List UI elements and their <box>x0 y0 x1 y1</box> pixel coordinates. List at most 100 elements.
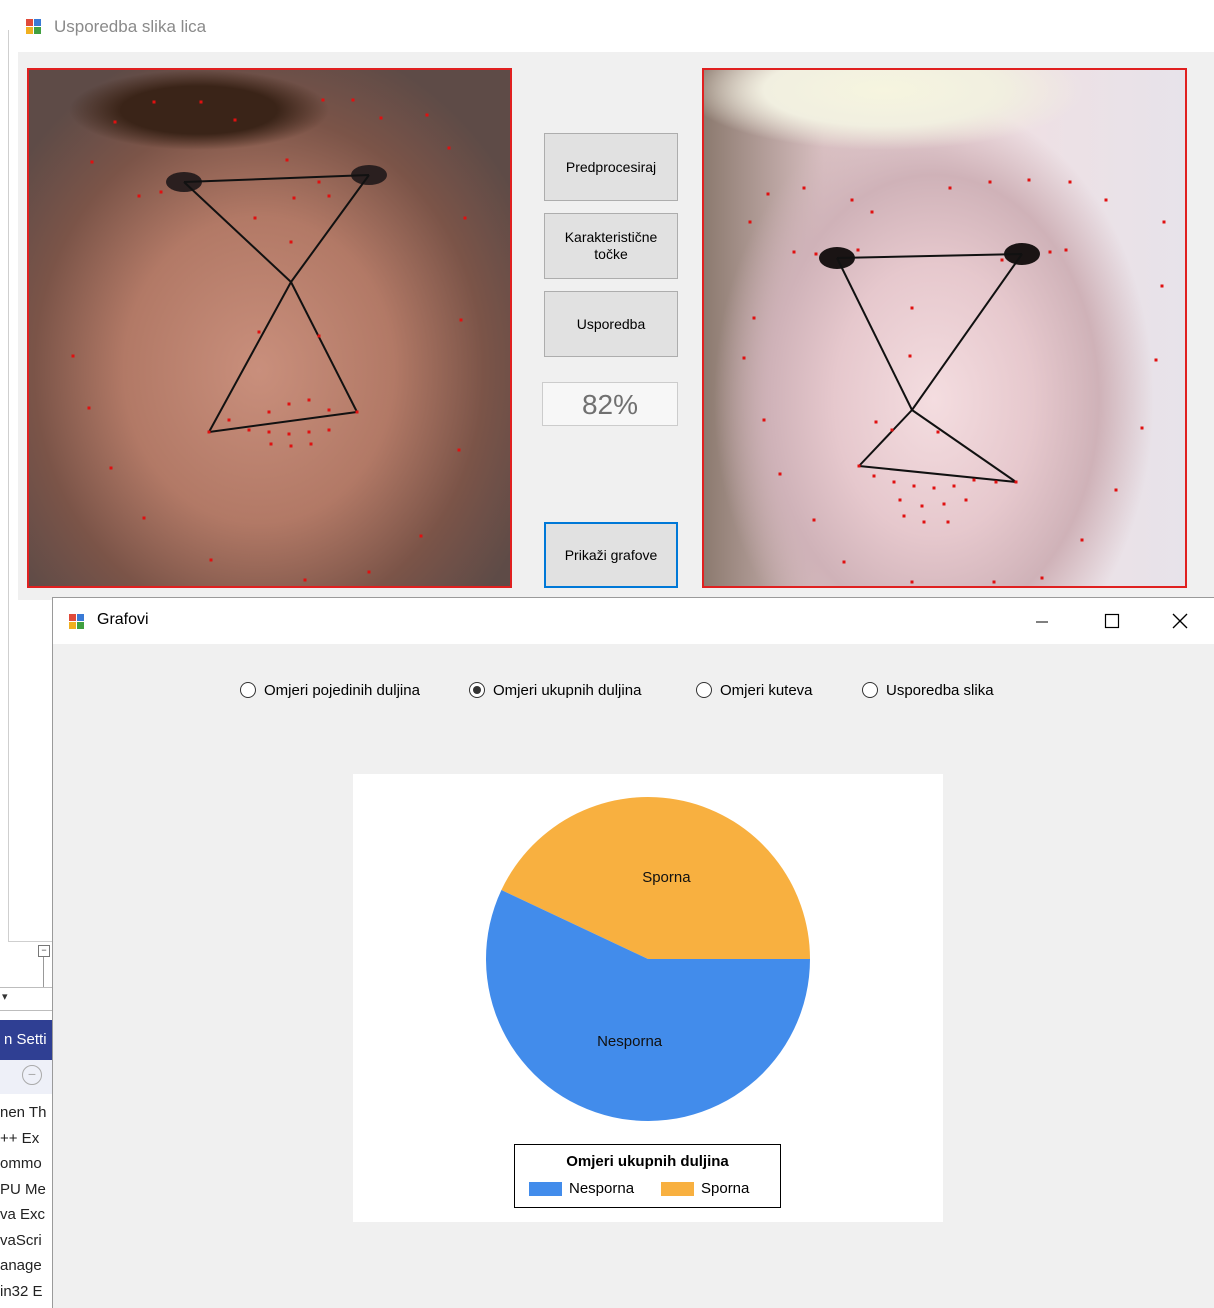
landmark-point <box>872 474 876 478</box>
keypoints-button[interactable]: Karakteristične točke <box>544 213 678 279</box>
landmark-point <box>233 118 237 122</box>
landmark-point <box>87 406 91 410</box>
maximize-button[interactable] <box>1089 604 1135 638</box>
landmark-point <box>142 516 146 520</box>
landmark-point <box>285 158 289 162</box>
face-triangle-lines <box>836 253 1023 483</box>
list-item[interactable]: ++ Ex <box>0 1126 54 1152</box>
legend-title: Omjeri ukupnih duljina <box>566 1153 729 1170</box>
radio-circle-checked[interactable] <box>469 682 485 698</box>
show-graphs-button[interactable]: Prikaži grafove <box>544 522 678 588</box>
landmark-point <box>199 100 203 104</box>
landmark-point <box>113 120 117 124</box>
landmark-point <box>327 194 331 198</box>
landmark-point <box>247 428 251 432</box>
landmark-point <box>948 186 952 190</box>
landmark-points-left <box>71 98 467 582</box>
landmark-point <box>289 240 293 244</box>
landmark-point <box>289 444 293 448</box>
background-window-border <box>8 30 9 942</box>
legend-label: Nesporna <box>569 1180 635 1197</box>
landmark-point <box>1114 488 1118 492</box>
landmark-point <box>766 192 770 196</box>
radio-image-compare[interactable]: Usporedba slika <box>862 679 994 701</box>
landmark-point <box>267 430 271 434</box>
landmark-point <box>292 196 296 200</box>
landmark-point <box>317 334 321 338</box>
background-window-border-bottom <box>8 941 58 942</box>
landmark-point <box>1014 480 1018 484</box>
list-item[interactable]: vaScri <box>0 1228 54 1254</box>
landmark-point <box>994 480 998 484</box>
landmark-point <box>910 580 914 584</box>
radio-circle[interactable] <box>240 682 256 698</box>
landmark-point <box>1162 220 1166 224</box>
list-item[interactable]: PU Me <box>0 1177 54 1203</box>
radio-angles[interactable]: Omjeri kuteva <box>696 679 813 701</box>
landmark-point <box>902 514 906 518</box>
window-title: Grafovi <box>97 611 149 628</box>
list-item[interactable]: nen Th <box>0 1100 54 1126</box>
compare-button[interactable]: Usporedba <box>544 291 678 357</box>
landmark-point <box>870 210 874 214</box>
radio-individual-lengths[interactable]: Omjeri pojedinih duljina <box>240 679 420 701</box>
landmark-point <box>351 98 355 102</box>
face-image-right <box>702 68 1187 588</box>
landmark-point <box>752 316 756 320</box>
remove-icon[interactable]: − <box>22 1065 42 1085</box>
landmark-point <box>1140 426 1144 430</box>
minimize-button[interactable] <box>1019 604 1065 638</box>
landmark-point <box>327 408 331 412</box>
landmark-point <box>367 570 371 574</box>
landmark-point <box>307 398 311 402</box>
landmark-point <box>964 498 968 502</box>
landmark-point <box>419 534 423 538</box>
legend-label: Sporna <box>701 1180 750 1197</box>
list-item[interactable]: ommo <box>0 1151 54 1177</box>
landmark-point <box>908 354 912 358</box>
landmark-point <box>309 442 313 446</box>
landmark-point <box>850 198 854 202</box>
landmark-point <box>992 580 996 584</box>
radio-label: Omjeri pojedinih duljina <box>264 681 420 699</box>
landmark-point <box>932 486 936 490</box>
landmark-point <box>762 418 766 422</box>
tree-collapse-icon[interactable]: − <box>38 945 50 957</box>
radio-circle[interactable] <box>862 682 878 698</box>
landmark-point <box>1064 248 1068 252</box>
preprocess-button[interactable]: Predprocesiraj <box>544 133 678 201</box>
list-item[interactable]: va Exc <box>0 1202 54 1228</box>
background-panel-header: n Setti <box>0 1020 58 1060</box>
landmark-point <box>952 484 956 488</box>
landmark-point <box>287 432 291 436</box>
dropdown-arrow-icon[interactable]: ▾ <box>2 990 8 1003</box>
app-icon <box>69 614 85 630</box>
landmark-point <box>90 160 94 164</box>
landmark-point <box>946 520 950 524</box>
landmark-point <box>267 410 271 414</box>
landmark-point <box>317 180 321 184</box>
main-title-bar[interactable]: Usporedba slika lica <box>18 0 1214 52</box>
minimize-icon <box>1036 621 1048 623</box>
close-button[interactable] <box>1157 604 1203 638</box>
radio-total-lengths[interactable]: Omjeri ukupnih duljina <box>469 679 641 701</box>
radio-label: Omjeri ukupnih duljina <box>493 681 642 699</box>
list-item[interactable]: anage <box>0 1253 54 1279</box>
landmark-point <box>920 504 924 508</box>
radio-label: Omjeri kuteva <box>720 681 813 699</box>
landmark-point <box>912 484 916 488</box>
graphs-title-bar[interactable]: Grafovi <box>53 598 1214 644</box>
radio-circle[interactable] <box>696 682 712 698</box>
pie-slice-label: Sporna <box>642 869 691 886</box>
landmark-point <box>842 560 846 564</box>
landmark-point <box>1068 180 1072 184</box>
legend-swatch <box>661 1181 694 1196</box>
landmark-point <box>1048 250 1052 254</box>
landmark-point <box>425 113 429 117</box>
landmark-point <box>1104 198 1108 202</box>
list-item[interactable]: in32 E <box>0 1279 54 1305</box>
landmark-point <box>792 250 796 254</box>
maximize-icon <box>1104 613 1120 629</box>
landmark-point <box>936 430 940 434</box>
landmark-point <box>1080 538 1084 542</box>
